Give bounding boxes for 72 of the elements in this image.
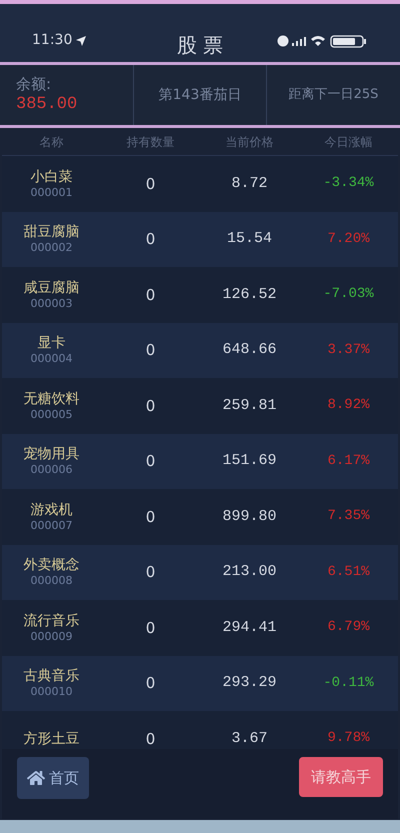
stock-price: 648.66 [222,340,276,360]
stock-name: 方形土豆 [24,730,80,748]
stock-price: 294.41 [222,618,276,638]
stock-code: 000007 [30,518,72,533]
holding-quantity: 0 [146,174,156,194]
stock-price: 899.80 [222,506,276,526]
stock-row[interactable]: 显卡 000004 0 648.66 3.37% [2,322,398,378]
stock-price: 15.54 [226,229,272,249]
stock-price: 213.00 [222,562,276,582]
balance-value: 385.00 [16,94,78,116]
stock-name: 游戏机 [30,500,72,519]
price-change: 6.17% [327,452,370,471]
holding-quantity: 0 [146,396,156,416]
price-change: -7.03% [323,285,374,304]
stock-row[interactable]: 宠物用具 000006 0 151.69 6.17% [2,434,398,489]
stock-name: 小白菜 [30,168,72,186]
holding-quantity: 0 [146,562,156,583]
countdown-text: 距离下一日25S [288,86,378,104]
holding-quantity: 0 [146,506,156,528]
stock-name: 显卡 [38,334,66,352]
price-change: 3.37% [327,340,370,360]
status-time: 11:30 [32,31,72,50]
day-counter: 第143番茄日 [158,86,242,104]
stock-name: 流行音乐 [24,612,80,630]
stock-name: 古典音乐 [24,667,80,686]
page-title: 股 票 [176,32,224,59]
stock-code: 000003 [30,296,72,311]
price-change: 7.20% [327,230,370,249]
price-change: 7.35% [327,507,370,526]
column-header: 持有数量 [126,134,174,150]
stock-row[interactable]: 甜豆腐脑 000002 0 15.54 7.20% [2,212,398,267]
column-header: 今日涨幅 [324,134,372,150]
stock-price: 293.29 [222,673,276,693]
price-change: -0.11% [323,674,374,693]
price-change: 8.92% [327,396,370,416]
location-arrow-icon [76,36,86,46]
price-change: -3.34% [323,174,374,194]
stock-name: 宠物用具 [24,445,80,464]
holding-quantity: 0 [146,229,156,250]
price-change: 6.79% [327,618,370,638]
stock-code: 000002 [30,241,72,256]
holding-quantity: 0 [146,284,156,306]
stock-price: 151.69 [222,451,276,471]
stock-name: 甜豆腐脑 [24,223,80,242]
stock-code: 000008 [30,574,72,588]
stock-code: 000001 [30,186,72,200]
holding-quantity: 0 [146,673,156,694]
holding-quantity: 0 [146,728,156,749]
stock-name: 咸豆腐脑 [24,278,80,297]
stock-row[interactable]: 外卖概念 000008 0 213.00 6.51% [2,544,398,600]
stock-name: 无糖饮料 [24,390,80,408]
stock-name: 外卖概念 [24,556,80,574]
stock-price: 259.81 [222,396,276,416]
column-header: 名称 [40,134,64,150]
stock-code: 000009 [30,630,72,644]
balance-label: 余额: [16,74,52,94]
price-change: 6.51% [327,562,370,582]
stock-code: 000004 [30,352,72,366]
stock-code: 000005 [30,408,72,422]
home-button[interactable]: 首页 [17,757,89,799]
price-change: 9.78% [327,729,370,748]
stock-code: 000006 [30,463,72,478]
stock-price: 3.67 [231,728,268,748]
home-icon [27,769,45,787]
holding-quantity: 0 [146,451,156,472]
stock-price: 126.52 [222,284,276,304]
holding-quantity: 0 [146,340,156,361]
stock-price: 8.72 [231,174,268,194]
stock-code: 000010 [30,685,72,700]
column-header: 当前价格 [226,134,274,150]
holding-quantity: 0 [146,618,156,638]
stock-row[interactable]: 古典音乐 000010 0 293.29 -0.11% [2,656,398,711]
